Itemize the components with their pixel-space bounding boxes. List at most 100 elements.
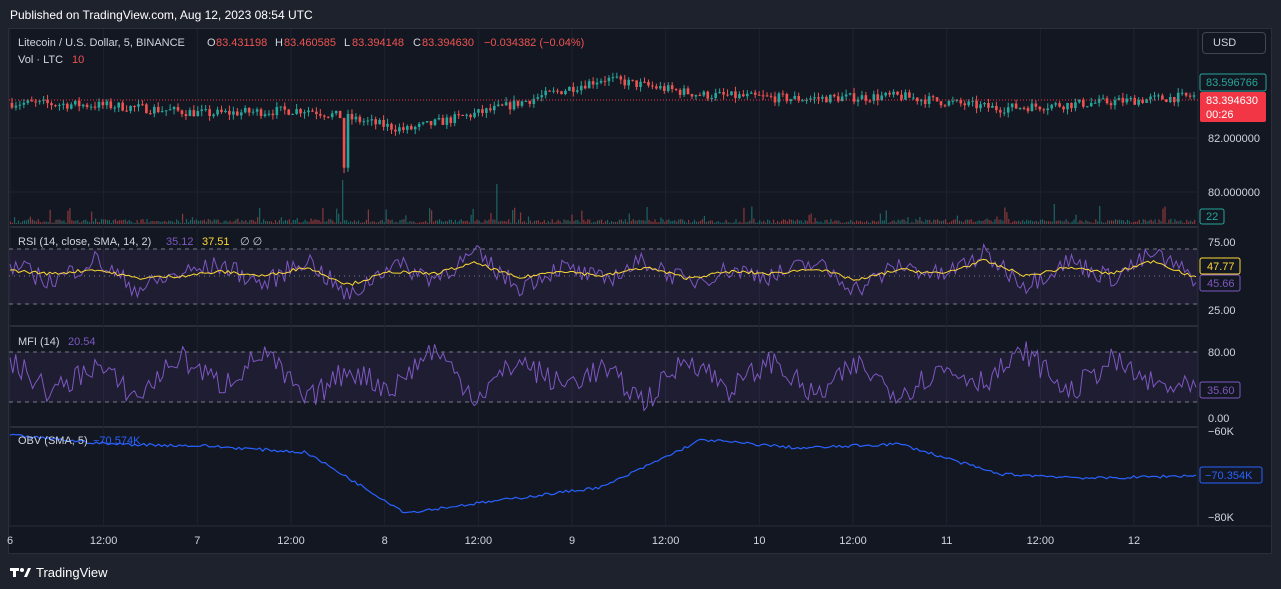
volume-bar (697, 221, 700, 224)
price-pane[interactable] (9, 72, 1198, 224)
volume-bar (903, 219, 905, 224)
volume-bar (541, 221, 543, 224)
volume-bar (591, 222, 593, 224)
volume-bar (565, 220, 567, 224)
volume-bar (622, 221, 624, 224)
volume-bar (733, 222, 735, 224)
volume-bar (229, 220, 231, 224)
volume-bar (1024, 221, 1026, 224)
candle-body (991, 105, 994, 108)
candle-body (322, 115, 326, 117)
volume-bar (759, 220, 761, 224)
volume-bar (796, 219, 798, 224)
volume-bar (834, 220, 836, 224)
volume-bar (603, 222, 605, 224)
volume-bar (39, 221, 41, 224)
time-tick: 12:00 (1027, 535, 1055, 547)
candle-body (655, 86, 658, 89)
candle-body (390, 123, 393, 130)
volume-bar (654, 219, 656, 224)
candle-body (1010, 103, 1014, 108)
candle-body (666, 85, 670, 91)
volume-bar (1128, 220, 1130, 224)
candle-body (113, 107, 117, 109)
candle-body (975, 100, 978, 109)
volume-bar (249, 220, 251, 224)
volume-bar (369, 222, 371, 224)
volume-bar (292, 220, 294, 224)
candle-body (544, 90, 547, 96)
volume-bar (207, 219, 209, 224)
volume-bar (55, 219, 57, 224)
volume-bar (484, 219, 486, 224)
volume-bar (152, 220, 154, 224)
volume-bar (429, 208, 431, 224)
volume-bar (304, 219, 306, 224)
candle-body (579, 85, 583, 91)
candle-body (967, 101, 970, 106)
candle-body (884, 92, 887, 96)
volume-bar (948, 222, 951, 224)
price-axis[interactable]: 82.000000 80.000000 83.596766 83.394630 … (1199, 73, 1267, 225)
volume-bar (468, 222, 470, 224)
volume-bar (535, 220, 537, 224)
candle-body (425, 121, 429, 123)
volume-bar (1065, 219, 1067, 224)
candle-body (983, 103, 986, 105)
volume-bar (231, 222, 233, 224)
volume-bar (104, 219, 107, 224)
volume-bar (253, 220, 255, 224)
volume-bar (63, 220, 65, 224)
volume-bar (883, 220, 885, 224)
time-tick: 7 (194, 535, 200, 547)
volume-bar (124, 219, 126, 224)
volume-bar (1156, 222, 1158, 224)
volume-bar (674, 220, 676, 224)
time-axis[interactable]: 6 12:00 7 12:00 8 12:00 9 12:00 10 12:00 11 12:00 12 (7, 535, 1140, 547)
volume-bar (879, 213, 881, 224)
candle-body (1129, 97, 1133, 99)
candle-body (196, 111, 200, 117)
candle-body (678, 89, 682, 95)
candle-body (623, 79, 627, 86)
candle-body (777, 93, 781, 103)
candle-body (611, 77, 615, 79)
volume-bar (691, 221, 694, 224)
volume-bar (395, 221, 397, 224)
candle-body (326, 116, 330, 118)
footer-brand[interactable]: TradingView (10, 563, 108, 581)
volume-bar (630, 220, 632, 224)
candle-body (38, 100, 41, 102)
candle-body (627, 79, 630, 86)
mfi-pane[interactable]: MFI (14) 20.54 80.00 0.00 35.60 (9, 336, 1241, 425)
volume-bar (120, 220, 122, 224)
volume-bar (891, 220, 893, 224)
candle-body (457, 114, 461, 116)
candle-body (489, 108, 492, 111)
volume-bar (243, 221, 245, 224)
volume-bar (917, 220, 919, 224)
chart-svg[interactable]: Litecoin / U.S. Dollar, 5, BINANCE O 83.… (0, 0, 1281, 589)
candle-body (437, 117, 441, 120)
volume-bar (1107, 220, 1109, 224)
candle-body (793, 95, 797, 100)
candle-body (888, 92, 891, 95)
candle-body (714, 92, 717, 99)
volume-bar (298, 222, 300, 224)
volume-bar (857, 221, 860, 224)
currency-button[interactable]: USD (1202, 32, 1266, 54)
volume-bar (620, 219, 622, 224)
volume-bar (183, 222, 186, 224)
volume-bar (774, 222, 777, 224)
volume-bar (1142, 219, 1144, 224)
volume-bar (225, 220, 227, 224)
volume-bar (887, 222, 889, 224)
rsi-pane[interactable]: RSI (14, close, SMA, 14, 2) 35.12 37.51 … (9, 236, 1241, 317)
candle-body (220, 109, 223, 113)
volume-bar (326, 221, 328, 224)
low-label: L (344, 37, 350, 49)
volume-bar (215, 219, 217, 224)
volume-bar (371, 221, 373, 224)
volume-bar (270, 221, 273, 224)
candle-body (844, 94, 848, 97)
